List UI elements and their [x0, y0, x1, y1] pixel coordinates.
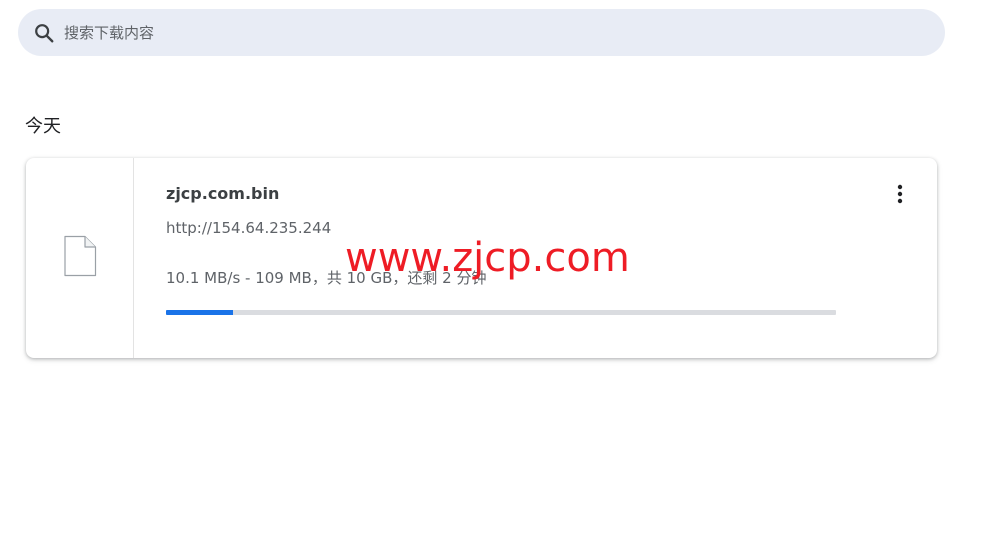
file-name-link[interactable]: zjcp.com.bin [166, 184, 279, 203]
search-bar[interactable] [18, 9, 945, 56]
download-progress-bar [166, 310, 836, 315]
downloads-page: 今天 zjcp.com.bin http://154.64.235.244 10… [0, 0, 1000, 537]
date-section-heading: 今天 [25, 116, 61, 137]
more-actions-button[interactable] [886, 182, 914, 210]
file-icon [63, 235, 97, 281]
more-vert-icon [897, 184, 903, 208]
search-input[interactable] [64, 17, 884, 48]
download-progress-fill [166, 310, 233, 315]
download-item-card: zjcp.com.bin http://154.64.235.244 10.1 … [26, 158, 937, 358]
source-url-link[interactable]: http://154.64.235.244 [166, 219, 331, 237]
download-status-text: 10.1 MB/s - 109 MB，共 10 GB，还剩 2 分钟 [166, 269, 487, 287]
file-icon-area [26, 158, 134, 358]
search-icon[interactable] [33, 22, 55, 44]
